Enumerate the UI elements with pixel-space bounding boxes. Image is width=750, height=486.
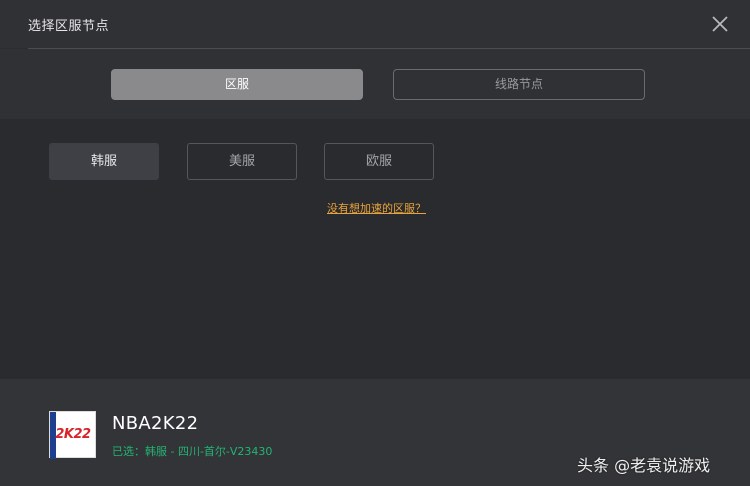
tab-route-node[interactable]: 线路节点: [393, 69, 645, 100]
dialog-title: 选择区服节点: [28, 19, 110, 34]
game-info-footer: 2K22 NBA2K22 已选：韩服 - 四川-首尔-V23430 头条 @老袁…: [0, 379, 750, 486]
region-button-us[interactable]: 美服: [187, 143, 297, 180]
watermark: 头条 @老袁说游戏: [577, 456, 711, 475]
game-logo: 2K22: [49, 411, 96, 459]
tab-bar: 区服 线路节点: [0, 49, 750, 119]
region-button-korea[interactable]: 韩服: [49, 143, 159, 180]
game-name: NBA2K22: [112, 413, 199, 434]
select-server-dialog: 选择区服节点 区服 线路节点 韩服 美服 欧服 没有想加速的区服？ 2K22 N…: [0, 0, 750, 486]
dialog-titlebar: 选择区服节点: [0, 0, 750, 48]
tab-server[interactable]: 区服: [111, 69, 363, 100]
region-panel: 韩服 美服 欧服 没有想加速的区服？: [0, 119, 750, 379]
close-icon[interactable]: [708, 12, 732, 36]
missing-server-link[interactable]: 没有想加速的区服？: [327, 200, 426, 216]
logo-text: 2K22: [55, 427, 91, 442]
selected-node-status: 已选：韩服 - 四川-首尔-V23430: [112, 445, 273, 458]
region-button-eu[interactable]: 欧服: [324, 143, 434, 180]
